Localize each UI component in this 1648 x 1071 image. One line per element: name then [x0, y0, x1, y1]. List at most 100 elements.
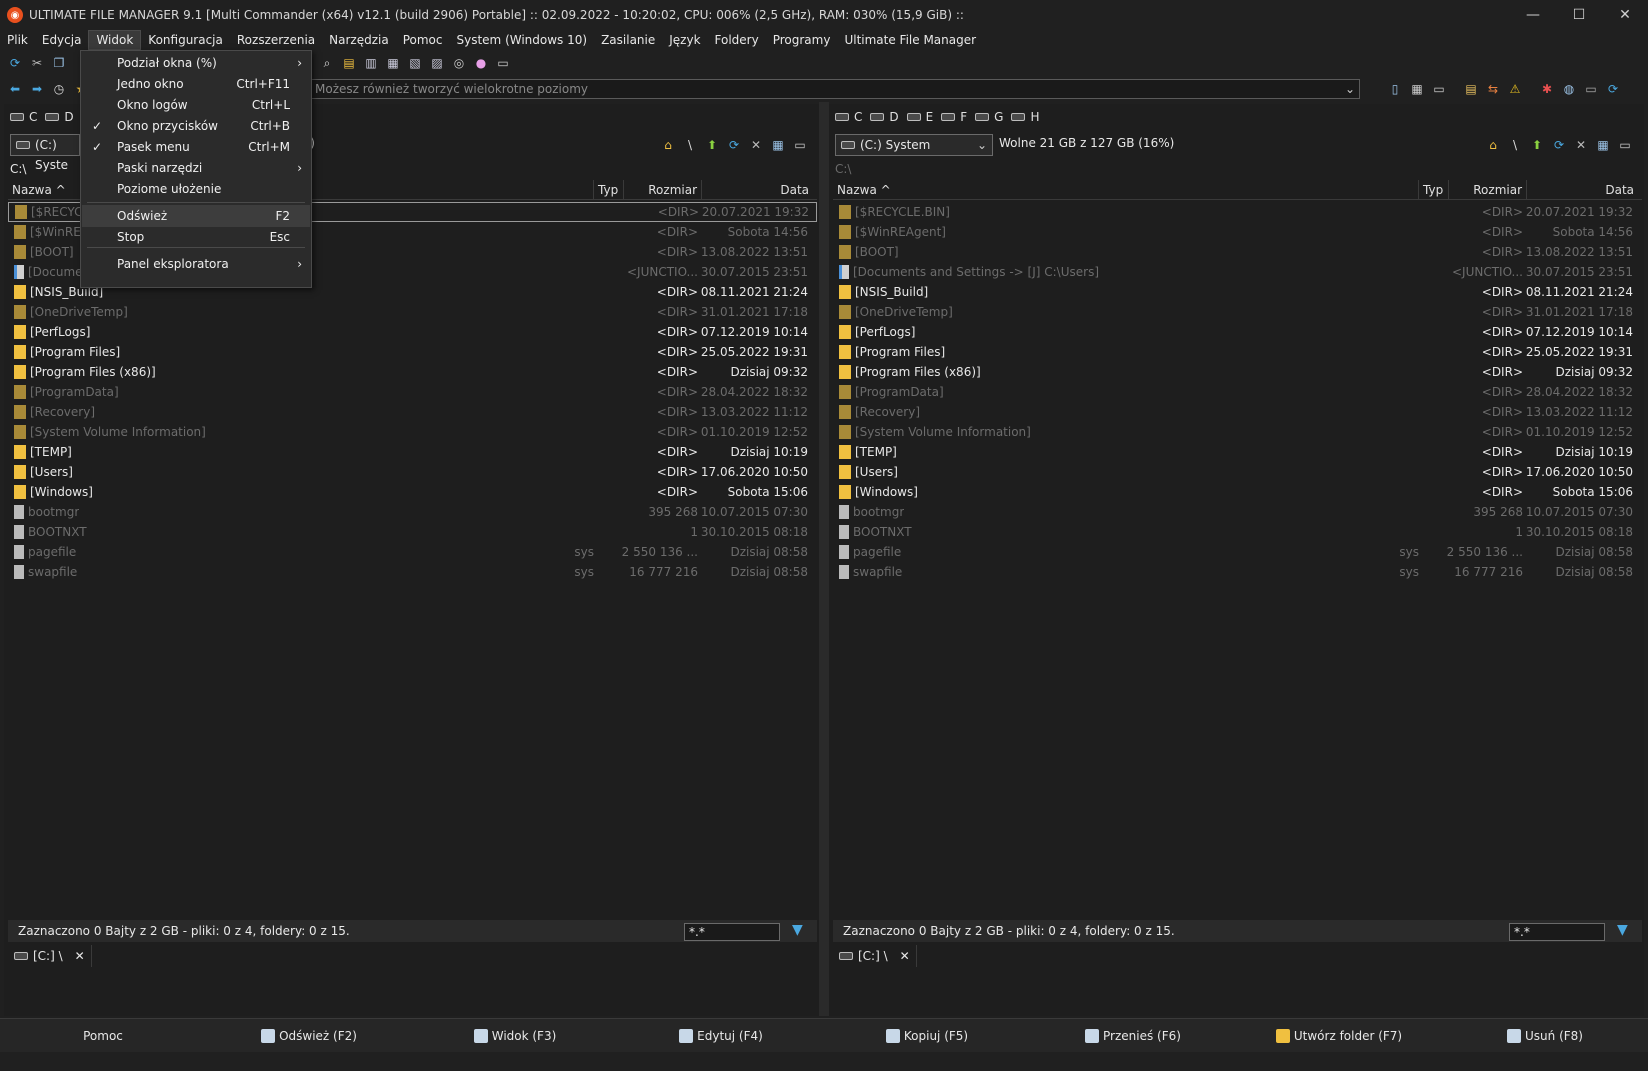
file-row[interactable]: [ProgramData] <DIR> 28.04.2022 18:32 — [833, 382, 1642, 402]
root-icon[interactable]: \ — [681, 136, 699, 154]
file-row[interactable]: bootmgr 395 268 10.07.2015 07:30 — [8, 502, 817, 522]
file-row[interactable]: [PerfLogs] <DIR> 07.12.2019 10:14 — [833, 322, 1642, 342]
view-menu-item[interactable]: ✓ Okno przycisków Ctrl+B — [82, 115, 310, 137]
folder-icon[interactable]: ▤ — [340, 54, 358, 72]
right-drive-select[interactable]: (C:) System ⌄ — [835, 134, 993, 156]
menu-jezyk[interactable]: Język — [662, 30, 707, 50]
right-filter-input[interactable]: *.* — [1509, 923, 1605, 941]
right-drive-c[interactable]: C — [835, 110, 862, 124]
right-drive-f[interactable]: F — [941, 110, 967, 124]
file-row[interactable]: [System Volume Information] <DIR> 01.10.20… — [833, 422, 1642, 442]
view-menu-item[interactable]: Paski narzędzi › — [82, 157, 310, 179]
grid-view-icon[interactable]: ▦ — [1594, 136, 1612, 154]
file-row[interactable]: swapfile sys 16 777 216 Dzisiaj 08:58 — [8, 562, 817, 582]
file-row[interactable]: [TEMP] <DIR> Dzisiaj 10:19 — [833, 442, 1642, 462]
tab-close-icon[interactable]: ✕ — [75, 949, 85, 963]
edit-f4-button[interactable]: Edytuj (F4) — [618, 1028, 824, 1043]
view-menu-item[interactable]: Odśwież F2 — [82, 205, 310, 227]
maximize-button[interactable]: ☐ — [1556, 0, 1602, 30]
file-row[interactable]: [Windows] <DIR> Sobota 15:06 — [833, 482, 1642, 502]
file-row[interactable]: [BOOT] <DIR> 13.08.2022 13:51 — [833, 242, 1642, 262]
search-icon[interactable]: ⌕ — [318, 54, 336, 72]
up-folder-icon[interactable]: ⬆ — [1528, 136, 1546, 154]
file-row[interactable]: [$RECYCLE.BIN] <DIR> 20.07.2021 19:32 — [833, 202, 1642, 222]
filter-icon[interactable]: ▼ — [792, 922, 803, 938]
file-row[interactable]: [$WinREAgent] <DIR> Sobota 14:56 — [833, 222, 1642, 242]
filter-icon[interactable]: ▼ — [1617, 922, 1628, 938]
chevron-down-icon[interactable]: ⌄ — [977, 135, 987, 155]
file-row[interactable]: [Program Files (x86)] <DIR> Dzisiaj 09:32 — [8, 362, 817, 382]
menu-rozszerzenia[interactable]: Rozszerzenia — [230, 30, 322, 50]
close-button[interactable]: ✕ — [1602, 0, 1648, 30]
chevron-down-icon[interactable]: ⌄ — [1345, 80, 1355, 98]
menu-foldery[interactable]: Foldery — [708, 30, 766, 50]
menu-edycja[interactable]: Edycja — [35, 30, 89, 50]
file-row[interactable]: [ProgramData] <DIR> 28.04.2022 18:32 — [8, 382, 817, 402]
view-menu-item[interactable]: Podział okna (%) › — [82, 52, 310, 74]
menu-system[interactable]: System (Windows 10) — [450, 30, 595, 50]
file-row[interactable]: pagefile sys 2 550 136 ... Dzisiaj 08:58 — [8, 542, 817, 562]
minimize-button[interactable]: — — [1510, 0, 1556, 30]
file-row[interactable]: BOOTNXT 1 30.10.2015 08:18 — [8, 522, 817, 542]
document-copy-icon[interactable]: ▦ — [384, 54, 402, 72]
menu-programy[interactable]: Programy — [766, 30, 838, 50]
menu-konfiguracja[interactable]: Konfiguracja — [141, 30, 230, 50]
move-f6-button[interactable]: Przenieś (F6) — [1030, 1028, 1236, 1043]
refresh-f2-button[interactable]: Odśwież (F2) — [206, 1028, 412, 1043]
chat-icon[interactable]: ▭ — [1616, 136, 1634, 154]
color-wheel-icon[interactable]: ● — [472, 54, 490, 72]
file-row[interactable]: [OneDriveTemp] <DIR> 31.01.2021 17:18 — [8, 302, 817, 322]
menu-pomoc[interactable]: Pomoc — [396, 30, 450, 50]
menu-narzedzia[interactable]: Narzędzia — [322, 30, 396, 50]
left-filter-input[interactable]: *.* — [684, 923, 780, 941]
transfer-icon[interactable]: ⇆ — [1484, 80, 1502, 98]
file-row[interactable]: [Recovery] <DIR> 13.03.2022 11:12 — [833, 402, 1642, 422]
archive-icon[interactable]: ▨ — [428, 54, 446, 72]
history-icon[interactable]: ◷ — [50, 80, 68, 98]
column-name[interactable]: Nazwa ^ — [833, 180, 1419, 200]
refresh-icon[interactable]: ⟳ — [6, 54, 24, 72]
tab-close-icon[interactable]: ✕ — [900, 949, 910, 963]
grid-view-icon[interactable]: ▦ — [769, 136, 787, 154]
up-folder-icon[interactable]: ⬆ — [703, 136, 721, 154]
column-size[interactable]: Rozmiar — [624, 180, 702, 200]
column-type[interactable]: Typ — [594, 180, 624, 200]
column-date[interactable]: Data — [702, 180, 813, 200]
warning-icon[interactable]: ⚠ — [1506, 80, 1524, 98]
menu-zasilanie[interactable]: Zasilanie — [594, 30, 662, 50]
path-input[interactable]: Możesz również tworzyć wielokrotne pozio… — [306, 79, 1360, 99]
file-row[interactable]: [System Volume Information] <DIR> 01.10.20… — [8, 422, 817, 442]
view-menu-item[interactable]: Panel eksploratora › — [82, 253, 310, 275]
file-row[interactable]: [OneDriveTemp] <DIR> 31.01.2021 17:18 — [833, 302, 1642, 322]
view-f3-button[interactable]: Widok (F3) — [412, 1028, 618, 1043]
panel-splitter[interactable] — [819, 102, 829, 1016]
view-icon[interactable]: ◎ — [450, 54, 468, 72]
tools-icon[interactable]: ✕ — [747, 136, 765, 154]
file-row[interactable]: pagefile sys 2 550 136 ... Dzisiaj 08:58 — [833, 542, 1642, 562]
left-drive-c[interactable]: C — [10, 110, 37, 124]
file-row[interactable]: [Program Files (x86)] <DIR> Dzisiaj 09:32 — [833, 362, 1642, 382]
view-menu-item[interactable]: Jedno okno Ctrl+F11 — [82, 73, 310, 95]
copy-f5-button[interactable]: Kopiuj (F5) — [824, 1028, 1030, 1043]
tools-icon[interactable]: ✕ — [1572, 136, 1590, 154]
menu-plik[interactable]: Plik — [0, 30, 35, 50]
help-button[interactable]: Pomoc — [0, 1029, 206, 1043]
view-menu-item[interactable]: Stop Esc — [82, 226, 310, 248]
file-row[interactable]: swapfile sys 16 777 216 Dzisiaj 08:58 — [833, 562, 1642, 582]
file-row[interactable]: bootmgr 395 268 10.07.2015 07:30 — [833, 502, 1642, 522]
column-size[interactable]: Rozmiar — [1449, 180, 1527, 200]
settings-icon[interactable]: ✱ — [1538, 80, 1556, 98]
column-date[interactable]: Data — [1527, 180, 1638, 200]
view-menu-item[interactable]: ✓ Pasek menu Ctrl+M — [82, 136, 310, 158]
back-arrow-icon[interactable]: ⬅ — [6, 80, 24, 98]
view-menu-item[interactable]: Poziome ułożenie — [82, 178, 310, 200]
left-tab-c[interactable]: [C:] \ ✕ — [8, 945, 92, 967]
menu-ultimate-file-manager[interactable]: Ultimate File Manager — [837, 30, 983, 50]
right-drive-g[interactable]: G — [975, 110, 1003, 124]
right-tab-c[interactable]: [C:] \ ✕ — [833, 945, 917, 967]
file-row[interactable]: [Recovery] <DIR> 13.03.2022 11:12 — [8, 402, 817, 422]
left-drive-select[interactable]: (C:) Syste — [10, 134, 80, 172]
panel-layout-icon[interactable]: ▯ — [1386, 80, 1404, 98]
refresh-icon[interactable]: ⟳ — [1550, 136, 1568, 154]
file-row[interactable]: BOOTNXT 1 30.10.2015 08:18 — [833, 522, 1642, 542]
